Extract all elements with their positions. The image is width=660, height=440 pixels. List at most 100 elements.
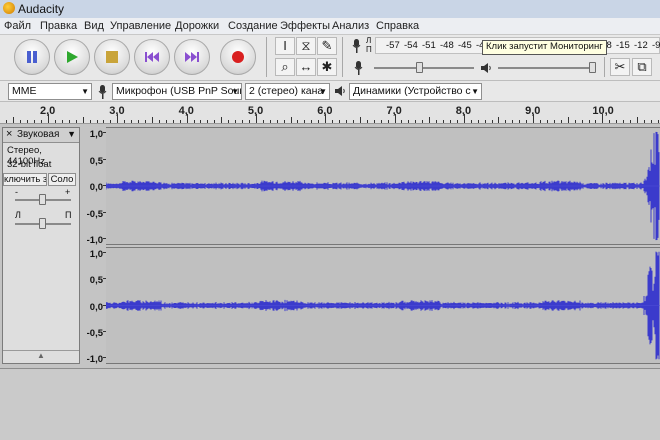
track-name[interactable]: Звуковая [17, 129, 59, 140]
play-button[interactable] [54, 39, 90, 75]
record-meter[interactable]: -57 -54 -51 -48 -45 -42 -18 -15 -12 -9 К… [375, 37, 660, 55]
pause-button[interactable] [14, 39, 50, 75]
meter-left-channel-label: Л [366, 36, 372, 45]
ruler-tick [346, 120, 347, 123]
ruler-tick [651, 120, 652, 123]
record-icon [232, 51, 244, 63]
waveform-channel-left[interactable] [105, 127, 660, 245]
slider-thumb[interactable] [589, 62, 596, 73]
ruler-tick [526, 120, 527, 123]
slider-thumb[interactable] [39, 218, 46, 229]
timeline-ruler[interactable]: 2,0 3,0 4,0 5,0 6,0 7,0 8,0 9,0 10,0 [0, 102, 660, 124]
slider-thumb[interactable] [416, 62, 423, 73]
ruler-tick [256, 114, 257, 123]
vertical-amplitude-scale: 1,0 0,5 0,0 -0,5 -1,0 1,0 0,5 0,0 -0,5 -1,0 [82, 127, 106, 365]
track-close-button[interactable]: × [6, 128, 12, 140]
ruler-tick [429, 117, 430, 123]
input-device-select[interactable]: Микрофон (USB PnP Sour ▼ [112, 83, 242, 100]
menu-control[interactable]: Управление [110, 20, 171, 32]
ruler-tick [20, 120, 21, 123]
menu-effects[interactable]: Эффекты [280, 20, 330, 32]
ruler-tick [367, 120, 368, 123]
ruler-tick [533, 114, 534, 123]
play-icon [67, 51, 78, 63]
selection-tool[interactable]: I [275, 37, 295, 55]
ruler-tick [415, 120, 416, 123]
ruler-tick [602, 114, 603, 123]
ruler-tick [492, 120, 493, 123]
draw-tool[interactable]: ✎ [317, 37, 337, 55]
ruler-tick [498, 117, 499, 123]
ruler-tick [124, 120, 125, 123]
ruler-tick [194, 120, 195, 123]
empty-track-area[interactable] [0, 368, 660, 440]
audio-host-select[interactable]: MME ▼ [8, 83, 92, 100]
waveform-channel-right[interactable] [105, 247, 660, 364]
cut-icon[interactable]: ✂ [610, 58, 630, 76]
ruler-tick [277, 120, 278, 123]
ruler-tick [270, 120, 271, 123]
solo-button[interactable]: Соло [48, 173, 76, 186]
ruler-tick [34, 120, 35, 123]
menu-view[interactable]: Вид [84, 20, 104, 32]
zoom-tool[interactable]: ⌕ [275, 58, 295, 76]
ruler-tick [76, 120, 77, 123]
mute-button[interactable]: ключить зву [3, 173, 47, 186]
microphone-icon[interactable] [350, 38, 364, 54]
meter-scale-label: -9 [652, 40, 660, 51]
pan-slider[interactable] [15, 218, 71, 230]
record-volume-icon [354, 61, 363, 75]
playback-volume-slider[interactable] [498, 61, 596, 75]
menu-file[interactable]: Файл [4, 20, 31, 32]
ruler-tick [422, 120, 423, 123]
ruler-tick [595, 120, 596, 123]
toolbar-separator [342, 37, 343, 77]
ruler-tick [332, 120, 333, 123]
skip-start-button[interactable] [134, 39, 170, 75]
ruler-tick [103, 120, 104, 123]
ruler-tick [187, 114, 188, 123]
chevron-down-icon: ▼ [471, 87, 479, 96]
ruler-tick [658, 120, 659, 123]
gain-slider[interactable] [15, 194, 71, 206]
ruler-tick [173, 120, 174, 123]
ruler-tick [311, 120, 312, 123]
channels-select[interactable]: 2 (стерео) кана ▼ [245, 83, 330, 100]
ruler-tick [561, 120, 562, 123]
multi-tool[interactable]: ✱ [317, 58, 337, 76]
amplitude-label: -1,0 [86, 235, 103, 246]
menu-help[interactable]: Справка [376, 20, 419, 32]
track-bitdepth: 32-bit float [7, 159, 52, 170]
envelope-tool[interactable]: ⧖ [296, 37, 316, 55]
record-button[interactable] [220, 39, 256, 75]
ruler-tick [13, 117, 14, 123]
chevron-down-icon[interactable]: ▼ [67, 129, 76, 139]
microphone-icon [98, 85, 107, 99]
slider-thumb[interactable] [39, 194, 46, 205]
collapse-track-button[interactable]: ▲ [3, 350, 79, 363]
ruler-tick [41, 120, 42, 123]
skip-end-icon [185, 52, 199, 62]
ruler-tick [6, 120, 7, 123]
stop-button[interactable] [94, 39, 130, 75]
ruler-tick [83, 117, 84, 123]
channels-value: 2 (стерео) кана [249, 85, 324, 97]
timeshift-tool[interactable]: ↔ [296, 58, 316, 76]
skip-end-button[interactable] [174, 39, 210, 75]
menu-tracks[interactable]: Дорожки [175, 20, 219, 32]
ruler-tick [235, 120, 236, 123]
amplitude-label: -1,0 [86, 354, 103, 365]
amplitude-label: 1,0 [89, 249, 103, 260]
window-title: Audacity [18, 2, 65, 16]
ruler-tick [228, 120, 229, 123]
menu-generate[interactable]: Создание [228, 20, 278, 32]
ruler-tick [339, 120, 340, 123]
record-volume-slider[interactable] [374, 61, 474, 75]
output-device-select[interactable]: Динамики (Устройство с ▼ [349, 83, 482, 100]
ruler-tick [152, 117, 153, 123]
menu-edit[interactable]: Правка [40, 20, 77, 32]
track-name-bar[interactable]: × Звуковая ▼ [3, 128, 79, 143]
copy-icon[interactable]: ⧉ [632, 58, 652, 76]
chevron-down-icon: ▼ [231, 87, 239, 96]
menu-analyze[interactable]: Анализ [332, 20, 369, 32]
